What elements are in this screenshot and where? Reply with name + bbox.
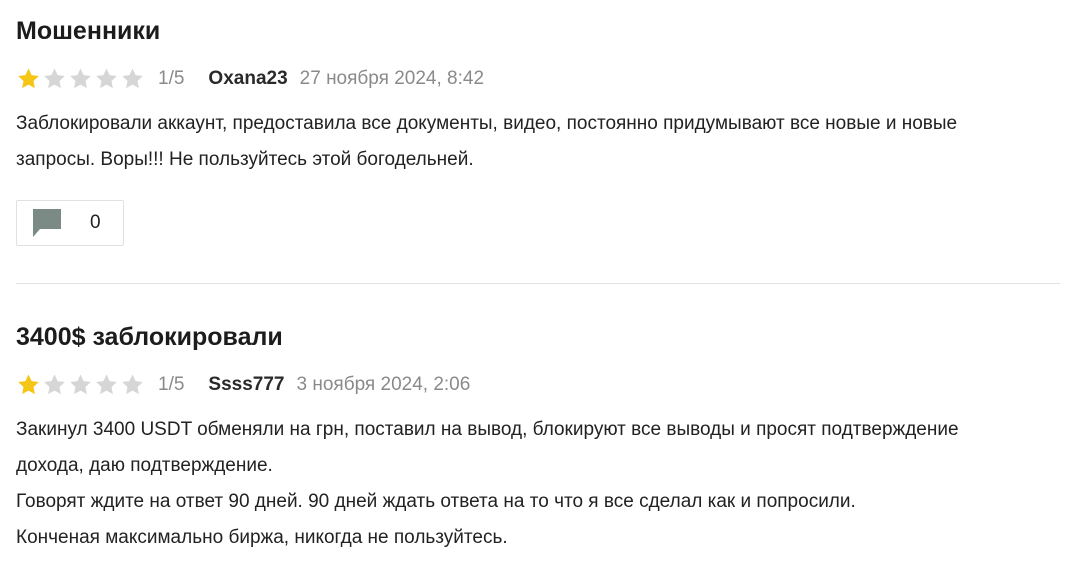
review-text-line: Закинул 3400 USDT обменяли на грн, поста… [16, 419, 959, 440]
comments-button[interactable]: 0 [16, 200, 124, 246]
review-title: 3400$ заблокировали [16, 323, 283, 351]
rating-value: 1/5 [158, 374, 185, 395]
star-icon [44, 374, 65, 395]
author-name[interactable]: Ssss777 [208, 374, 284, 396]
star-icon [70, 68, 91, 89]
review-meta: 1/5 Oxana23 27 ноября 2024, 8:42 [16, 66, 484, 92]
review-title: Мошенники [16, 17, 161, 45]
star-icon [18, 68, 39, 89]
review-text-line: Конченая максимально биржа, никогда не п… [16, 527, 508, 548]
review-date: 3 ноября 2024, 2:06 [296, 374, 471, 395]
star-icon [122, 68, 143, 89]
star-icon [96, 374, 117, 395]
comment-count: 0 [90, 212, 101, 233]
star-icon [122, 374, 143, 395]
comment-icon-shape [33, 209, 61, 237]
review-text-line: дохода, даю подтверждение. [16, 455, 273, 476]
review-text-line: запросы. Воры!!! Не пользуйтесь этой бог… [16, 149, 474, 170]
comment-icon [33, 209, 61, 237]
review-meta: 1/5 Ssss777 3 ноября 2024, 2:06 [16, 372, 470, 398]
divider [16, 283, 1060, 284]
star-rating [16, 373, 146, 397]
author-name[interactable]: Oxana23 [208, 68, 287, 90]
review-text-line: Говорят ждите на ответ 90 дней. 90 дней … [16, 491, 856, 512]
review-text-line: Заблокировали аккаунт, предоставила все … [16, 113, 958, 134]
star-icon [96, 68, 117, 89]
review-date: 27 ноября 2024, 8:42 [299, 68, 485, 89]
rating-value: 1/5 [158, 68, 185, 89]
star-icon [44, 68, 65, 89]
star-rating [16, 67, 146, 91]
star-icon [18, 374, 39, 395]
star-icon [70, 374, 91, 395]
